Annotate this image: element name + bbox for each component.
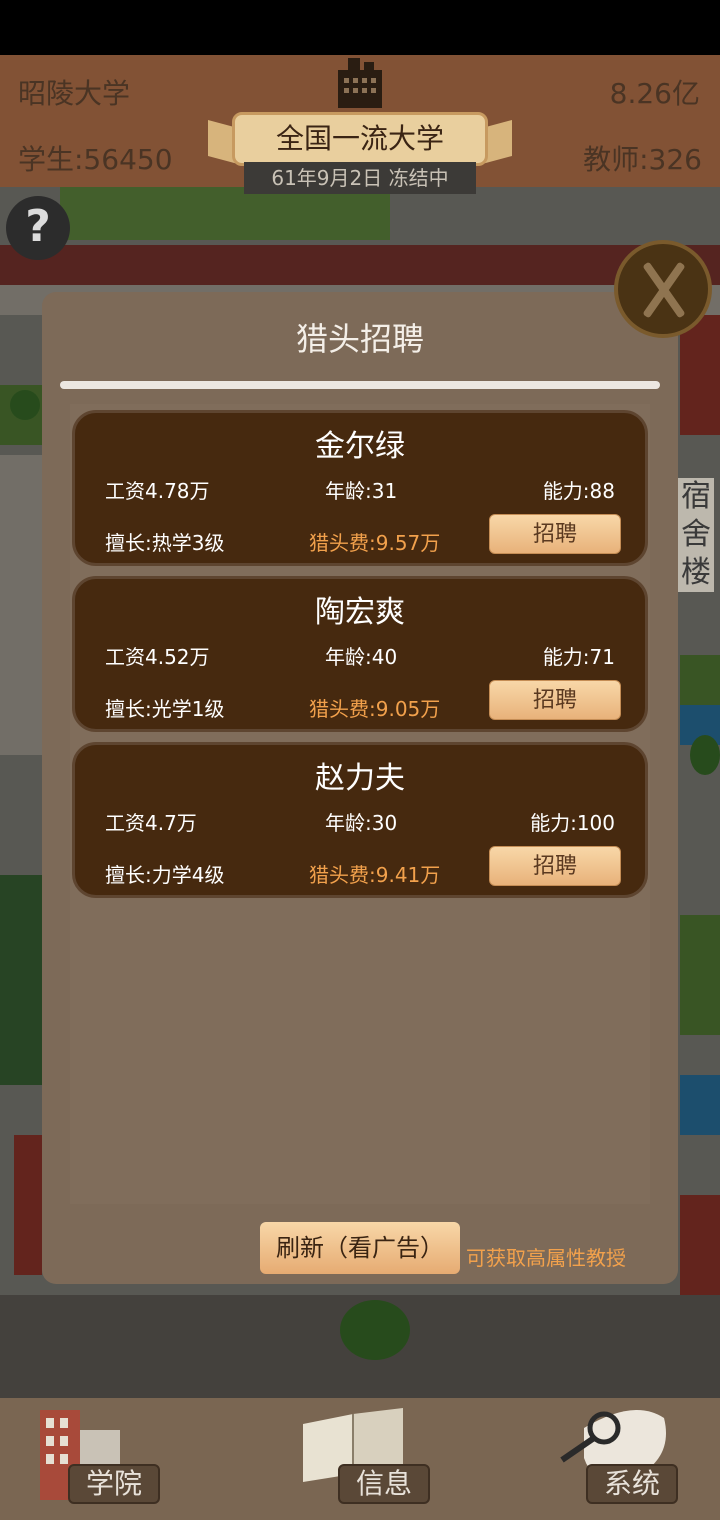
student-count: 学生:56450 [18,143,173,176]
nav-college-label: 学院 [68,1464,161,1504]
university-rank-banner: 全国一流大学 [232,112,488,166]
nav-info-label: 信息 [338,1464,431,1504]
candidate-specialty: 擅长:光学1级 [105,697,225,721]
refresh-watch-ad-button[interactable]: 刷新（看广告） [260,1222,460,1274]
dorm-building-label: 宿舍楼 [678,478,714,592]
question-mark-icon: ? [25,201,51,252]
hire-button[interactable]: 招聘 [489,680,621,720]
candidate-card: 金尔绿 工资4.78万 年龄:31 能力:88 擅长:热学3级 猎头费:9.57… [72,410,648,566]
nav-info[interactable]: 信息 [240,1398,480,1520]
campus-name: 昭陵大学 [18,77,131,110]
candidate-name: 金尔绿 [315,429,405,464]
candidate-age: 年龄:40 [325,645,398,669]
headhunter-fee: 猎头费:9.41万 [309,863,441,887]
hire-button[interactable]: 招聘 [489,846,621,886]
title-divider [60,381,660,389]
dialog-title: 猎头招聘 [295,320,424,358]
game-date-status: 61年9月2日 冻结中 [244,162,476,194]
candidate-ability: 能力:71 [542,645,615,669]
hire-button[interactable]: 招聘 [489,514,621,554]
nav-system[interactable]: 系统 [480,1398,720,1520]
status-bar [0,0,720,55]
nav-system-label: 系统 [586,1464,679,1504]
university-building-icon [338,58,382,108]
candidate-specialty: 擅长:力学4级 [105,863,225,887]
candidate-name: 赵力夫 [315,761,405,796]
headhunter-fee: 猎头费:9.05万 [309,697,441,721]
candidate-age: 年龄:30 [325,811,398,835]
candidate-card: 赵力夫 工资4.7万 年龄:30 能力:100 擅长:力学4级 猎头费:9.41… [72,742,648,898]
candidate-card: 陶宏爽 工资4.52万 年龄:40 能力:71 擅长:光学1级 猎头费:9.05… [72,576,648,732]
candidate-name: 陶宏爽 [315,595,405,630]
candidate-ability: 能力:100 [530,811,615,835]
help-button[interactable]: ? [6,196,70,260]
candidate-salary: 工资4.52万 [105,645,210,669]
candidate-specialty: 擅长:热学3级 [105,531,225,555]
candidate-salary: 工资4.7万 [105,811,197,835]
funds-value: 8.26亿 [609,77,700,110]
teacher-count: 教师:326 [583,143,702,176]
candidate-age: 年龄:31 [325,479,398,503]
nav-college[interactable]: 学院 [0,1398,240,1520]
headhunter-dialog: 猎头招聘 金尔绿 工资4.78万 年龄:31 能力:88 擅长:热学3级 猎头费… [42,292,678,1284]
close-dialog-button[interactable] [614,240,712,338]
bottom-nav: 学院 信息 系统 [0,1398,720,1520]
candidate-salary: 工资4.78万 [105,479,210,503]
headhunter-fee: 猎头费:9.57万 [309,531,441,555]
candidate-ability: 能力:88 [542,479,615,503]
refresh-hint: 可获取高属性教授 [466,1246,626,1270]
